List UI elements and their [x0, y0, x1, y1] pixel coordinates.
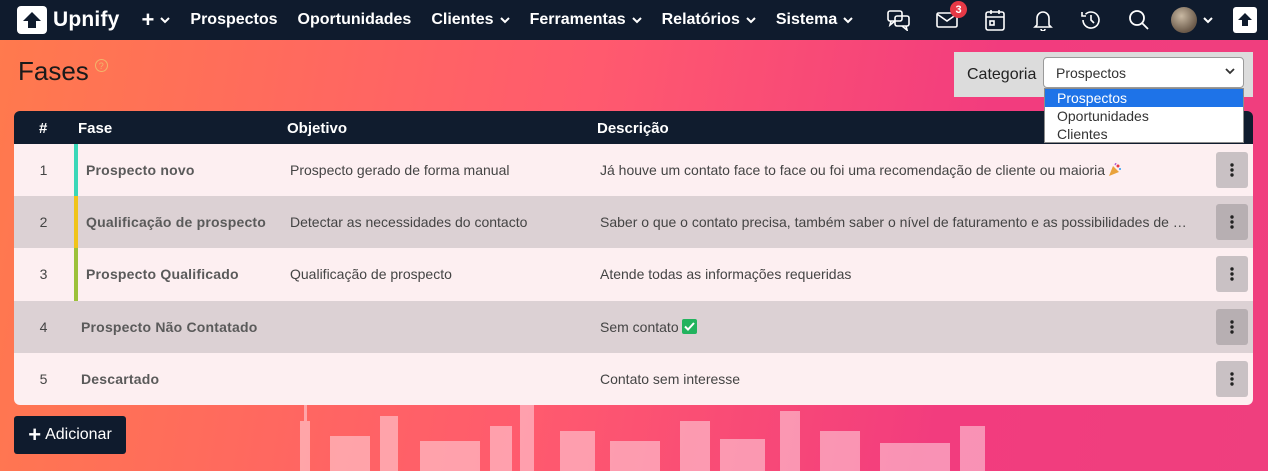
header-fase: Fase	[78, 120, 113, 137]
page-title: Fases ?	[18, 56, 108, 87]
kebab-menu-icon	[1230, 372, 1234, 386]
chevron-down-icon	[746, 16, 756, 23]
plus-icon: +	[28, 422, 42, 447]
chevron-down-icon	[160, 16, 171, 23]
brand-logo[interactable]: Upnify	[17, 6, 120, 34]
row-number: 4	[39, 318, 48, 335]
check-icon	[681, 319, 697, 335]
phase-name: Prospecto Qualificado	[86, 266, 239, 283]
phase-description: Contato sem interesse	[600, 370, 741, 387]
nav-ferramentas[interactable]: Ferramentas	[530, 11, 642, 29]
phase-color-bar	[74, 248, 78, 301]
mail-badge: 3	[950, 1, 967, 18]
category-dropdown-list: Prospectos Oportunidades Clientes	[1044, 88, 1244, 143]
calendar-icon[interactable]	[983, 8, 1007, 32]
phase-objective: Qualificação de prospecto	[290, 266, 452, 283]
header-num: #	[39, 120, 48, 137]
table-row[interactable]: 1 Prospecto novo Prospecto gerado de for…	[14, 144, 1253, 197]
mail-icon[interactable]: 3	[935, 1, 967, 32]
nav-sistema[interactable]: Sistema	[776, 11, 853, 29]
party-icon	[1109, 163, 1122, 177]
phase-objective: Detectar as necessidades do contacto	[290, 214, 528, 231]
row-number: 2	[39, 214, 48, 231]
user-menu[interactable]	[1171, 7, 1213, 33]
phase-name: Qualificação de prospecto	[86, 214, 267, 231]
kebab-menu-icon	[1230, 215, 1234, 229]
upnify-home-button[interactable]	[1233, 7, 1257, 33]
nav-relatorios[interactable]: Relatórios	[662, 11, 756, 29]
category-option-clientes[interactable]: Clientes	[1045, 125, 1243, 143]
table-row[interactable]: 5 Descartado Contato sem interesse	[14, 352, 1253, 405]
row-actions-button[interactable]	[1216, 360, 1248, 397]
quick-add-menu[interactable]: +	[142, 7, 171, 33]
nav-oportunidades[interactable]: Oportunidades	[298, 11, 412, 29]
kebab-menu-icon	[1230, 319, 1234, 334]
brand-name: Upnify	[53, 8, 120, 31]
phase-name: Prospecto Não Contatado	[81, 318, 258, 335]
category-label: Categoria	[967, 65, 1037, 83]
history-icon[interactable]	[1079, 8, 1103, 32]
kebab-menu-icon	[1230, 267, 1234, 282]
plus-icon: +	[141, 7, 155, 32]
row-actions-button[interactable]	[1216, 308, 1248, 345]
chevron-down-icon	[499, 16, 510, 23]
add-phase-button[interactable]: + Adicionar	[14, 416, 126, 454]
phase-description: Atende todas as informações requeridas	[600, 266, 852, 283]
table-row[interactable]: 3 Prospecto Qualificado Qualificação de …	[14, 248, 1253, 301]
chevron-down-icon	[843, 16, 853, 23]
question-icon[interactable]: ?	[94, 59, 108, 72]
row-number: 1	[39, 162, 48, 179]
upnify-logo-icon	[17, 6, 47, 34]
navbar-right-tools: 3	[863, 0, 1268, 40]
category-select[interactable]: Prospectos	[1043, 57, 1244, 88]
header-descricao: Descrição	[597, 120, 669, 137]
bell-icon[interactable]	[1031, 8, 1055, 32]
up-arrow-icon	[1238, 13, 1252, 26]
phase-objective: Prospecto gerado de forma manual	[290, 162, 510, 179]
phases-table: # Fase Objetivo Descrição 1 Prospecto no…	[14, 111, 1253, 405]
phase-description: Já houve um contato face to face ou foi …	[600, 144, 1190, 196]
row-actions-button[interactable]	[1216, 204, 1248, 241]
kebab-menu-icon	[1230, 163, 1234, 177]
category-option-oportunidades[interactable]: Oportunidades	[1045, 107, 1243, 125]
row-number: 5	[39, 370, 48, 387]
phase-name: Descartado	[81, 370, 160, 387]
table-row[interactable]: 2 Qualificação de prospecto Detectar as …	[14, 196, 1253, 249]
chat-icon[interactable]	[887, 8, 911, 32]
row-actions-button[interactable]	[1216, 152, 1248, 188]
chevron-down-icon	[1203, 16, 1213, 23]
phase-description: Sem contato	[600, 301, 1190, 353]
nav-prospectos[interactable]: Prospectos	[190, 11, 277, 29]
search-icon[interactable]	[1127, 8, 1151, 32]
chevron-down-icon	[1225, 68, 1235, 75]
row-number: 3	[39, 266, 48, 283]
header-objetivo: Objetivo	[287, 120, 348, 137]
chevron-down-icon	[631, 16, 642, 23]
table-row[interactable]: 4 Prospecto Não Contatado Sem contato	[14, 300, 1253, 353]
phase-color-bar	[74, 144, 78, 197]
category-option-prospectos[interactable]: Prospectos	[1045, 89, 1243, 107]
top-navbar: Upnify + Prospectos Oportunidades Client…	[0, 0, 1268, 40]
nav-clientes[interactable]: Clientes	[431, 11, 510, 29]
phase-description: Saber o que o contato precisa, também sa…	[600, 214, 1190, 231]
avatar	[1171, 7, 1197, 33]
row-actions-button[interactable]	[1216, 256, 1248, 293]
phase-color-bar	[74, 196, 78, 249]
phase-name: Prospecto novo	[86, 162, 195, 179]
